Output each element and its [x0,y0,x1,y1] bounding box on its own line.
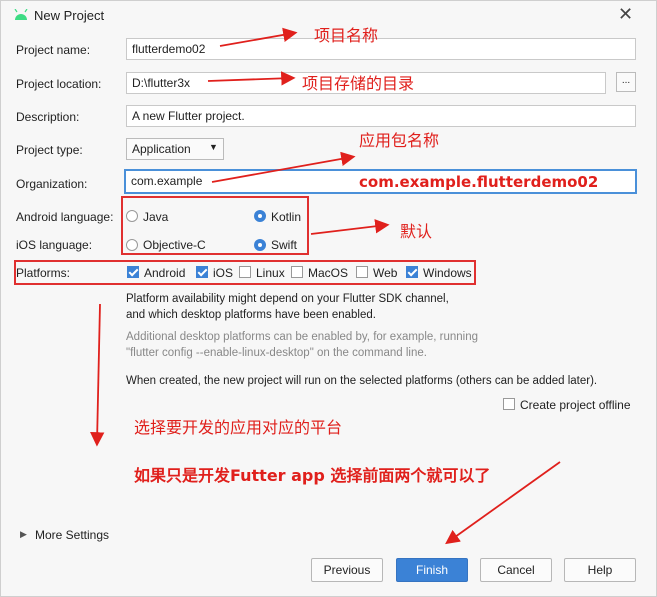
arrow-project-name [219,27,298,47]
annotation-arrows [90,27,561,545]
arrow-package [211,151,356,183]
arrow-default [310,219,390,235]
arrow-finish [445,461,561,545]
arrow-platforms [90,303,105,447]
arrow-location [207,71,296,86]
